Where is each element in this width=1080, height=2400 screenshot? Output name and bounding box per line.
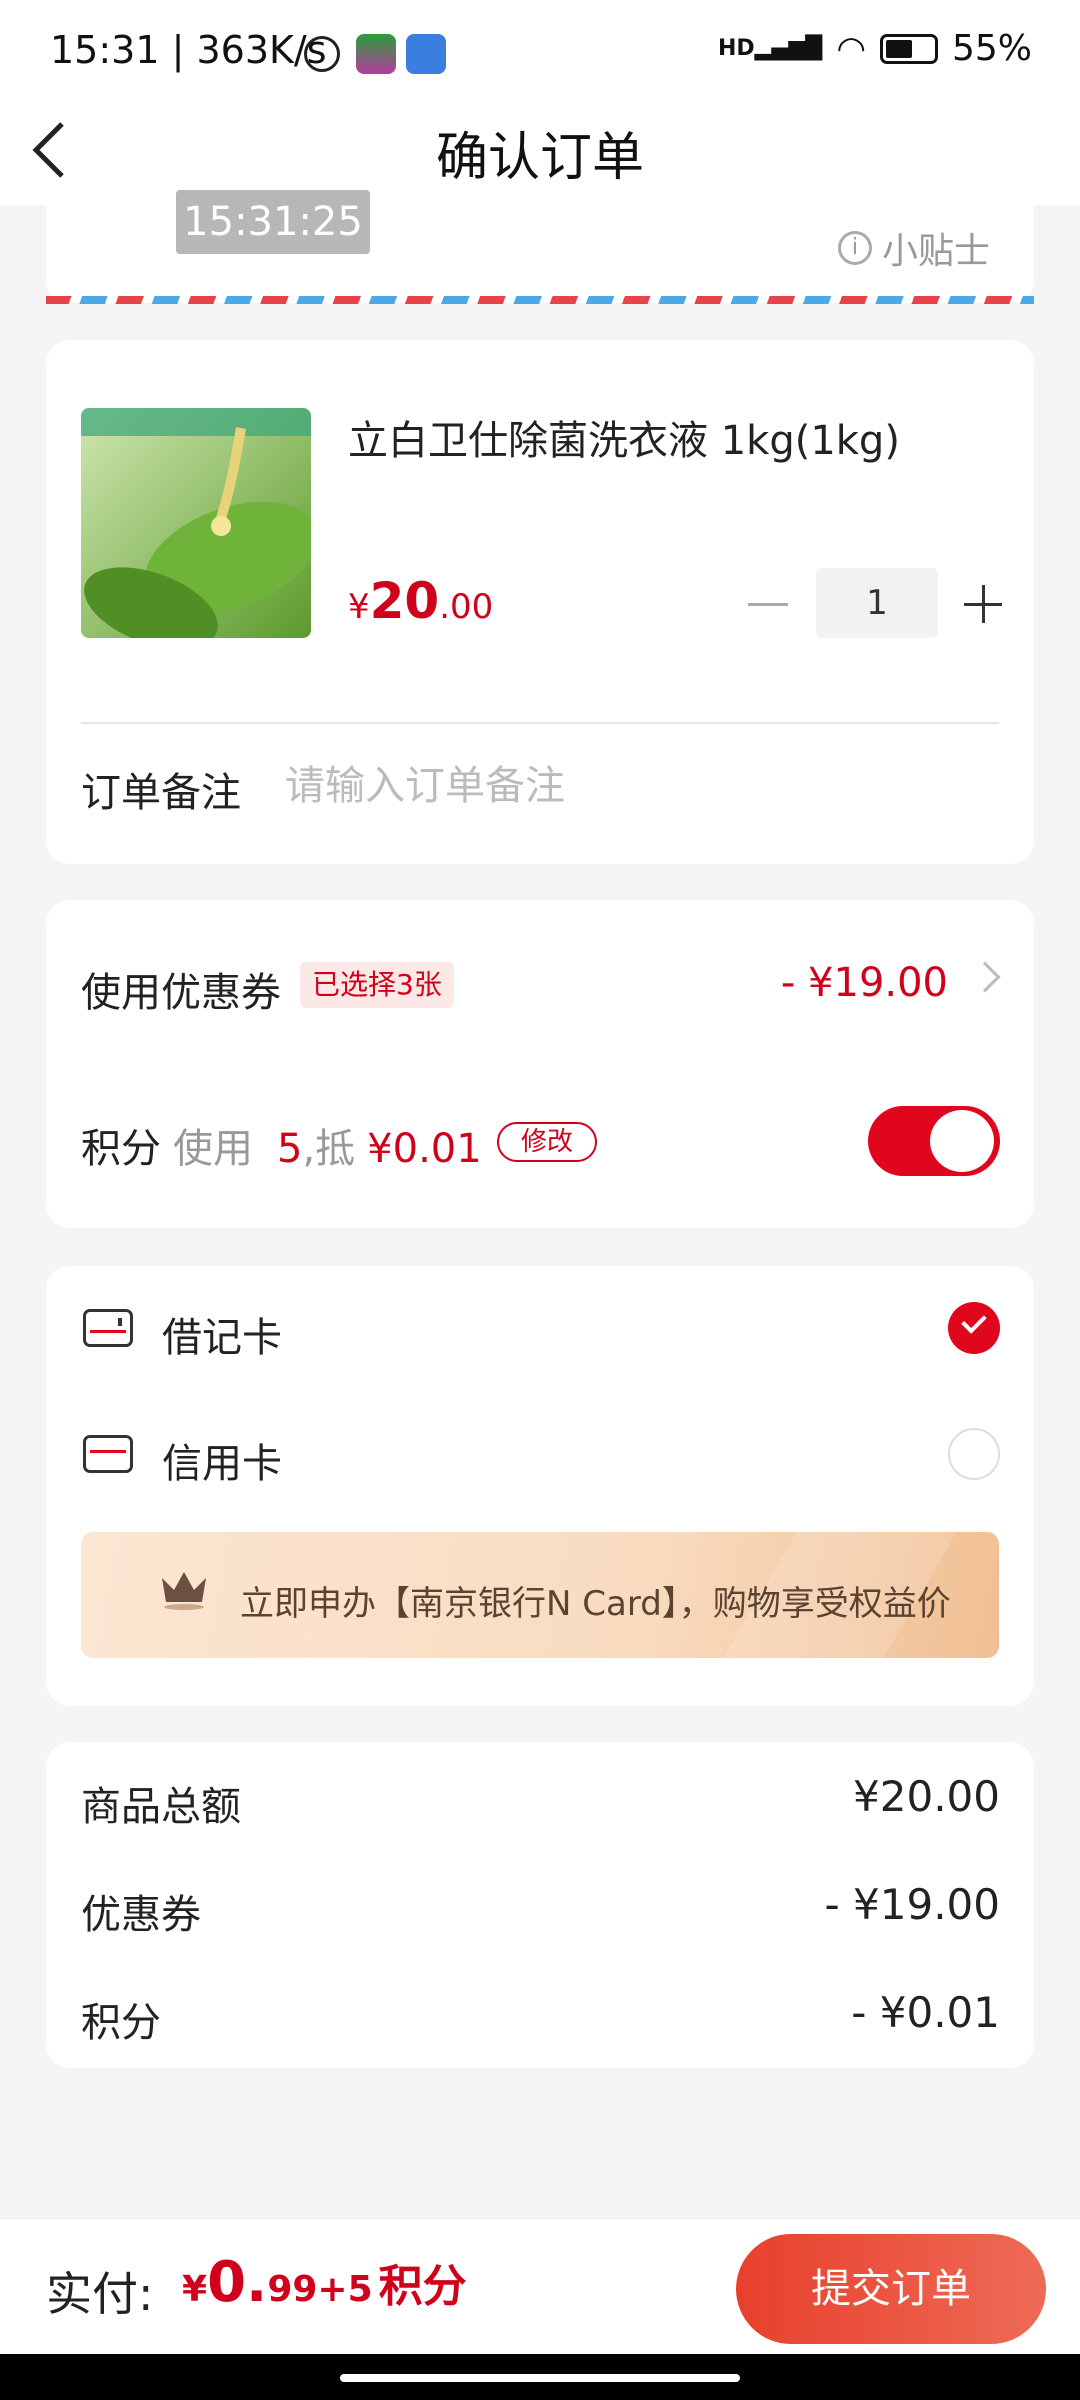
divider — [81, 722, 999, 724]
discount-card — [46, 900, 1034, 1228]
credit-card-label: 信用卡 — [162, 1441, 282, 1487]
debit-card-label: 借记卡 — [162, 1315, 282, 1361]
points-offset-text: ,抵 — [302, 1126, 356, 1172]
remark-input[interactable] — [285, 756, 985, 816]
remark-label: 订单备注 — [81, 770, 241, 816]
debit-card-icon — [83, 1309, 133, 1347]
tip-label: 小贴士 — [881, 231, 990, 272]
coupon-label: 使用优惠券 — [81, 970, 281, 1016]
product-image[interactable] — [81, 408, 311, 638]
battery-percent: 55% — [951, 28, 1032, 69]
debit-card-radio[interactable] — [948, 1302, 1000, 1354]
points-label: 积分 — [81, 1126, 161, 1172]
plus-icon-vertical — [982, 585, 985, 623]
banner-text: 立即申办【南京银行N Card】，购物享受权益价 — [240, 1584, 951, 1624]
actual-pay-amount: ¥ 0. 99 +5 积分 — [182, 2250, 467, 2315]
page-title: 确认订单 — [435, 128, 644, 188]
alarm-icon — [304, 36, 340, 72]
points-row: 积分 使用 5 ,抵 ¥0.01 — [81, 1116, 482, 1174]
summary-label-total: 商品总额 — [81, 1784, 241, 1830]
summary-value-total: ¥20.00 — [853, 1772, 1000, 1821]
points-count: 5 — [277, 1126, 303, 1172]
points-use-text: 使用 — [173, 1126, 253, 1172]
credit-card-icon — [83, 1435, 133, 1473]
wifi-icon: ◠ — [836, 28, 866, 69]
product-price: ¥ 20 .00 — [348, 572, 494, 630]
summary-label-points: 积分 — [81, 2000, 161, 2046]
battery-icon — [879, 33, 938, 64]
status-right: HD▂▄▆█ ◠ 55% — [718, 28, 1032, 69]
points-offset-amount: ¥0.01 — [367, 1126, 482, 1172]
credit-card-radio[interactable] — [948, 1428, 1000, 1480]
coupon-selected-badge: 已选择3张 — [300, 962, 454, 1008]
actual-pay-label: 实付: — [46, 2267, 154, 2321]
decrease-quantity-button[interactable] — [748, 603, 788, 606]
product-name: 立白卫仕除菌洗衣液 1kg(1kg) — [348, 418, 900, 464]
modify-points-button[interactable]: 修改 — [497, 1122, 597, 1162]
tip-link[interactable]: i 小贴士 — [837, 222, 990, 274]
coupon-amount[interactable]: - ¥19.00 — [781, 960, 948, 1006]
toggle-knob — [930, 1110, 994, 1172]
app-icon-blue — [406, 34, 446, 74]
airmail-border — [46, 296, 1034, 304]
app-icon-green — [356, 34, 396, 74]
summary-label-coupon: 优惠券 — [81, 1892, 201, 1938]
increase-quantity-button[interactable] — [954, 575, 1012, 633]
submit-order-button[interactable]: 提交订单 — [736, 2234, 1046, 2344]
crown-icon — [162, 1572, 206, 1610]
status-time: 15:31 | 363K/s — [50, 28, 327, 72]
home-indicator[interactable] — [340, 2374, 740, 2382]
summary-value-points: - ¥0.01 — [851, 1988, 1000, 2037]
info-icon: i — [837, 231, 872, 265]
time-overlay: 15:31:25 — [176, 190, 370, 254]
quantity-field[interactable]: 1 — [816, 568, 938, 638]
summary-value-coupon: - ¥19.00 — [824, 1880, 1000, 1929]
signal-icon: HD▂▄▆█ — [717, 36, 823, 61]
